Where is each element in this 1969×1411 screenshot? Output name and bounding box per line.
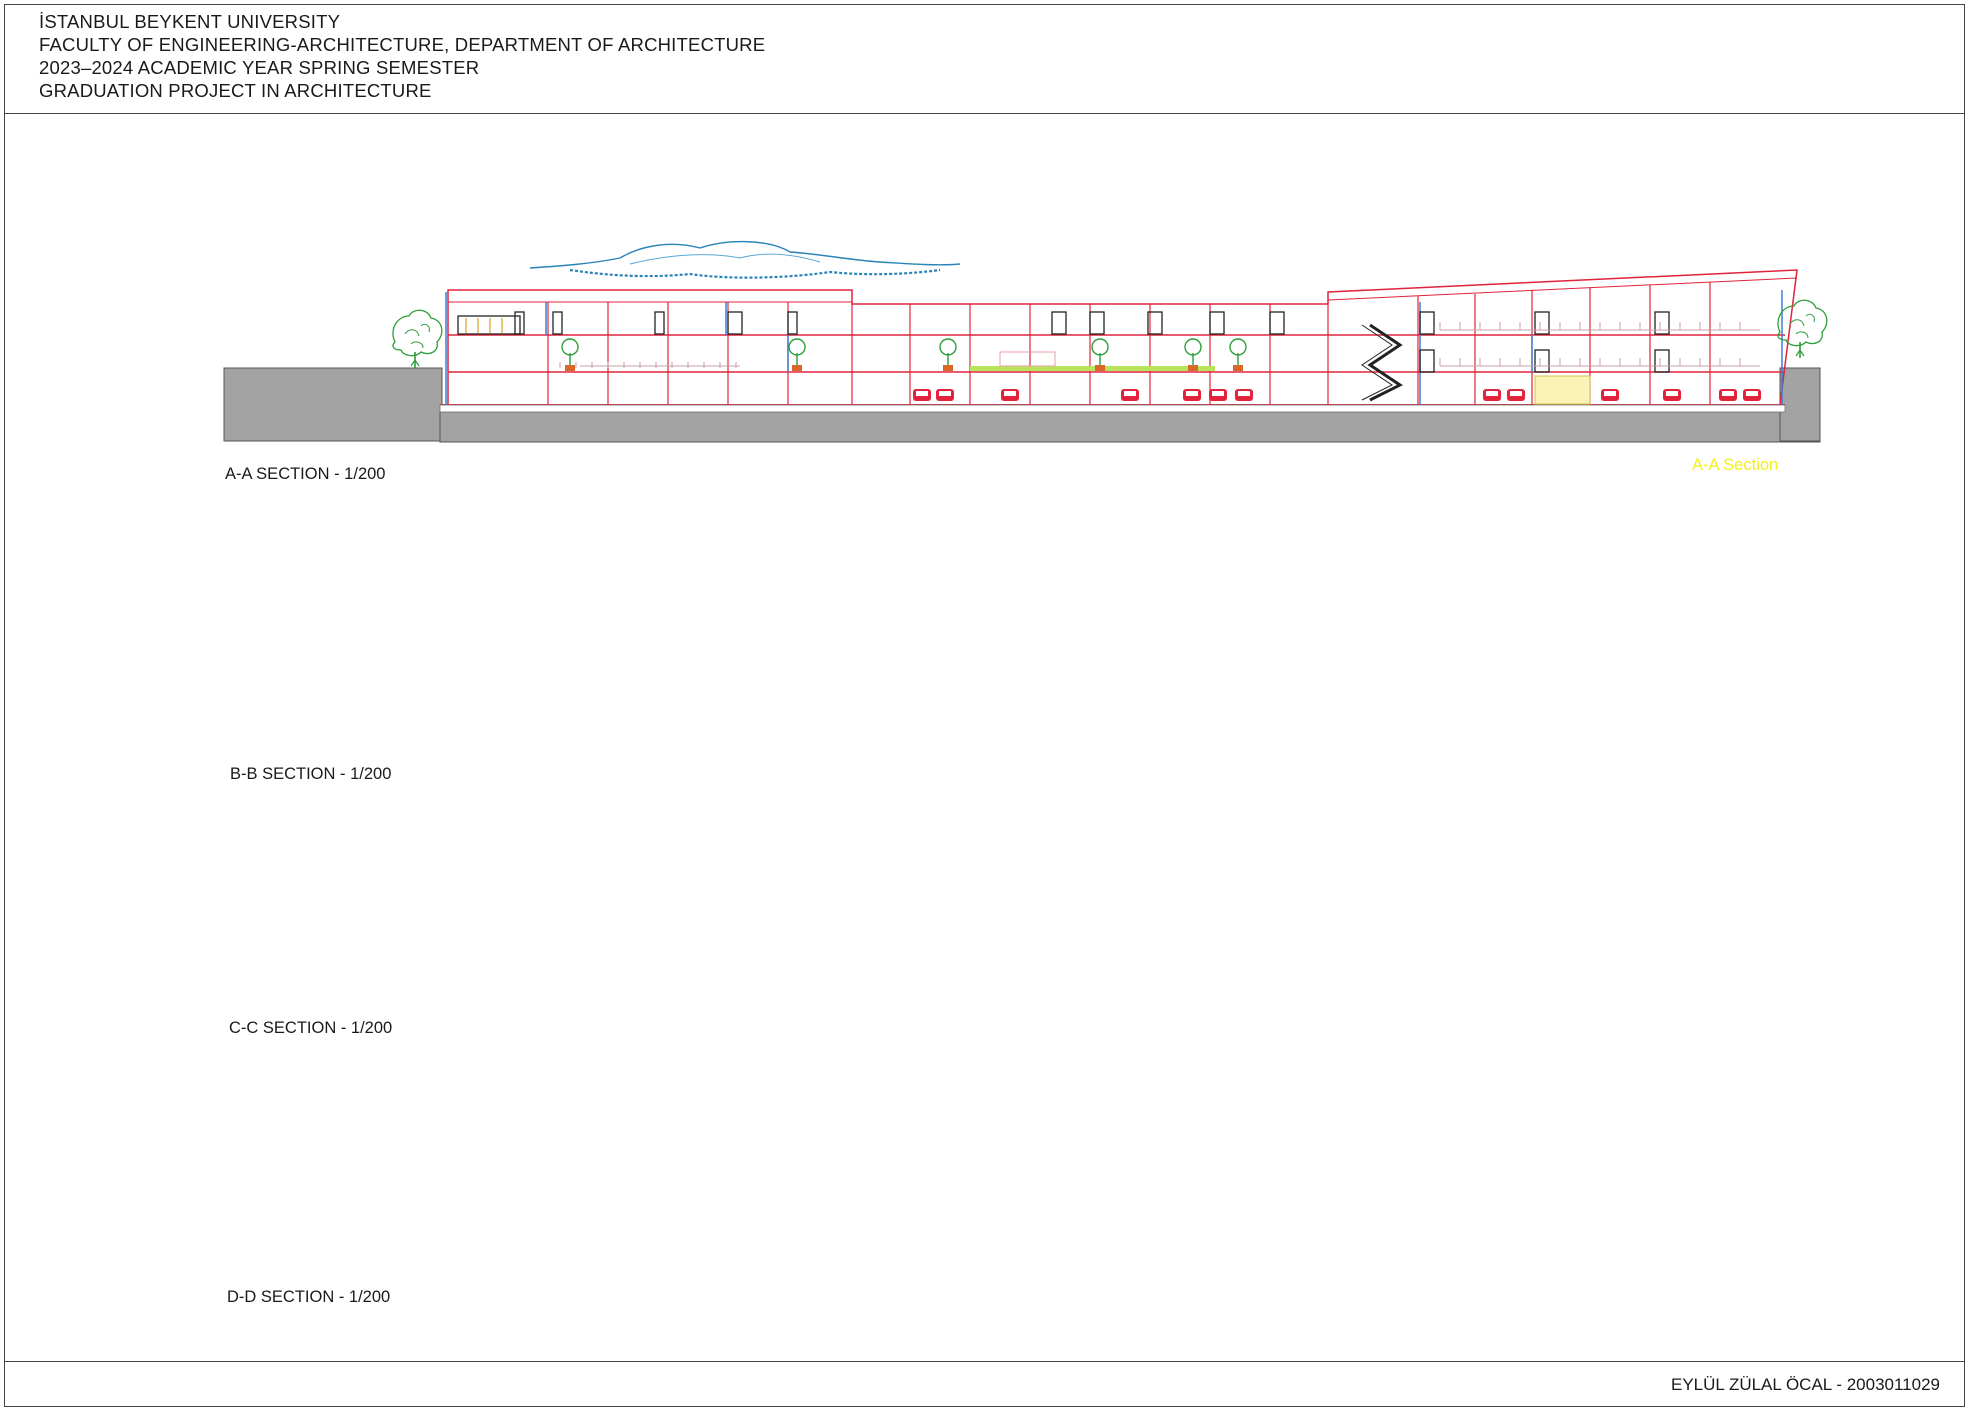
section-b-b-label: B-B SECTION - 1/200 bbox=[230, 765, 392, 783]
sections-drawing bbox=[223, 240, 1828, 443]
section-c-c-label: C-C SECTION - 1/200 bbox=[229, 1019, 393, 1037]
section-a-a-tag: A-A Section bbox=[1692, 456, 1779, 474]
section-a-a-label: A-A SECTION - 1/200 bbox=[225, 465, 386, 483]
section-a-a-drawing bbox=[223, 240, 1828, 443]
section-d-d-label: D-D SECTION - 1/200 bbox=[227, 1288, 391, 1306]
